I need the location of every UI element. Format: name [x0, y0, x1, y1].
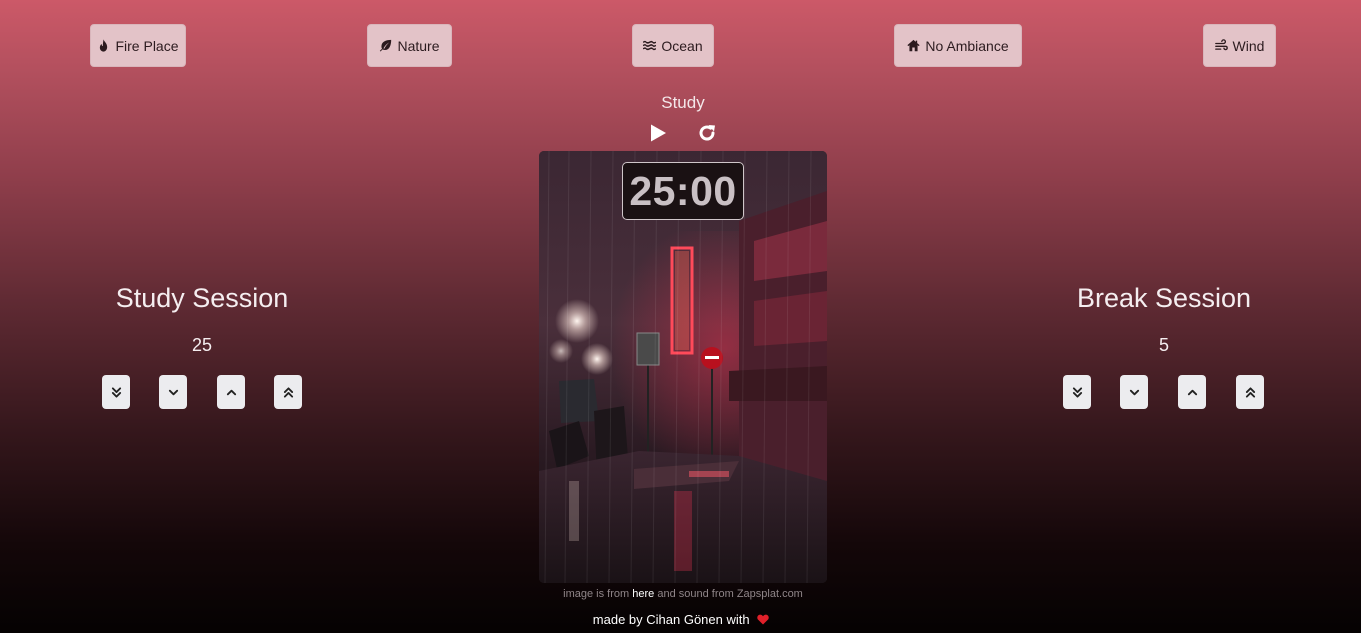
break-increase-5-button[interactable] — [1236, 375, 1264, 409]
fire-place-label: Fire Place — [115, 37, 179, 54]
fire-icon — [100, 39, 108, 52]
double-chevron-down-icon — [111, 386, 121, 398]
made-by-footer: made by Cihan Gönen with — [0, 612, 1361, 627]
water-icon — [643, 40, 657, 51]
made-by-text: made by Cihan Gönen with — [592, 612, 750, 627]
wind-label: Wind — [1232, 37, 1265, 54]
study-decrease-1-button[interactable] — [159, 375, 187, 409]
play-icon[interactable] — [648, 123, 668, 143]
double-chevron-up-icon — [283, 386, 293, 398]
study-session-title: Study Session — [115, 283, 289, 313]
heart-icon — [757, 614, 769, 625]
double-chevron-down-icon — [1072, 386, 1082, 398]
home-icon — [907, 39, 920, 52]
no-ambiance-label: No Ambiance — [925, 37, 1009, 54]
credit-suffix: and sound from Zapsplat.com — [657, 588, 803, 600]
nature-button[interactable]: Nature — [367, 24, 452, 67]
break-decrease-5-button[interactable] — [1063, 375, 1091, 409]
break-session-title: Break Session — [1076, 283, 1252, 313]
fire-place-button[interactable]: Fire Place — [90, 24, 186, 67]
ocean-label: Ocean — [661, 37, 703, 54]
timer-display: 25:00 — [622, 162, 744, 220]
no-ambiance-button[interactable]: No Ambiance — [894, 24, 1022, 67]
wind-button[interactable]: Wind — [1203, 24, 1276, 67]
double-chevron-up-icon — [1245, 386, 1255, 398]
break-session-value: 5 — [1158, 335, 1169, 355]
credit-prefix: image is from — [563, 588, 630, 600]
timer-mode-label: Study — [661, 93, 705, 112]
study-session-value: 25 — [191, 335, 213, 355]
chevron-up-icon — [226, 389, 236, 395]
chevron-down-icon — [1129, 389, 1139, 395]
nature-label: Nature — [397, 37, 440, 54]
break-decrease-1-button[interactable] — [1120, 375, 1148, 409]
study-increase-1-button[interactable] — [217, 375, 245, 409]
image-credit: image is from here and sound from Zapspl… — [0, 588, 1361, 600]
study-increase-5-button[interactable] — [274, 375, 302, 409]
break-increase-1-button[interactable] — [1178, 375, 1206, 409]
image-source-link[interactable]: here — [632, 588, 654, 600]
leaf-icon — [380, 39, 392, 52]
ocean-button[interactable]: Ocean — [632, 24, 714, 67]
wind-icon — [1214, 39, 1228, 51]
chevron-down-icon — [168, 389, 178, 395]
chevron-up-icon — [1187, 389, 1197, 395]
study-decrease-5-button[interactable] — [102, 375, 130, 409]
redo-icon[interactable] — [697, 123, 717, 143]
